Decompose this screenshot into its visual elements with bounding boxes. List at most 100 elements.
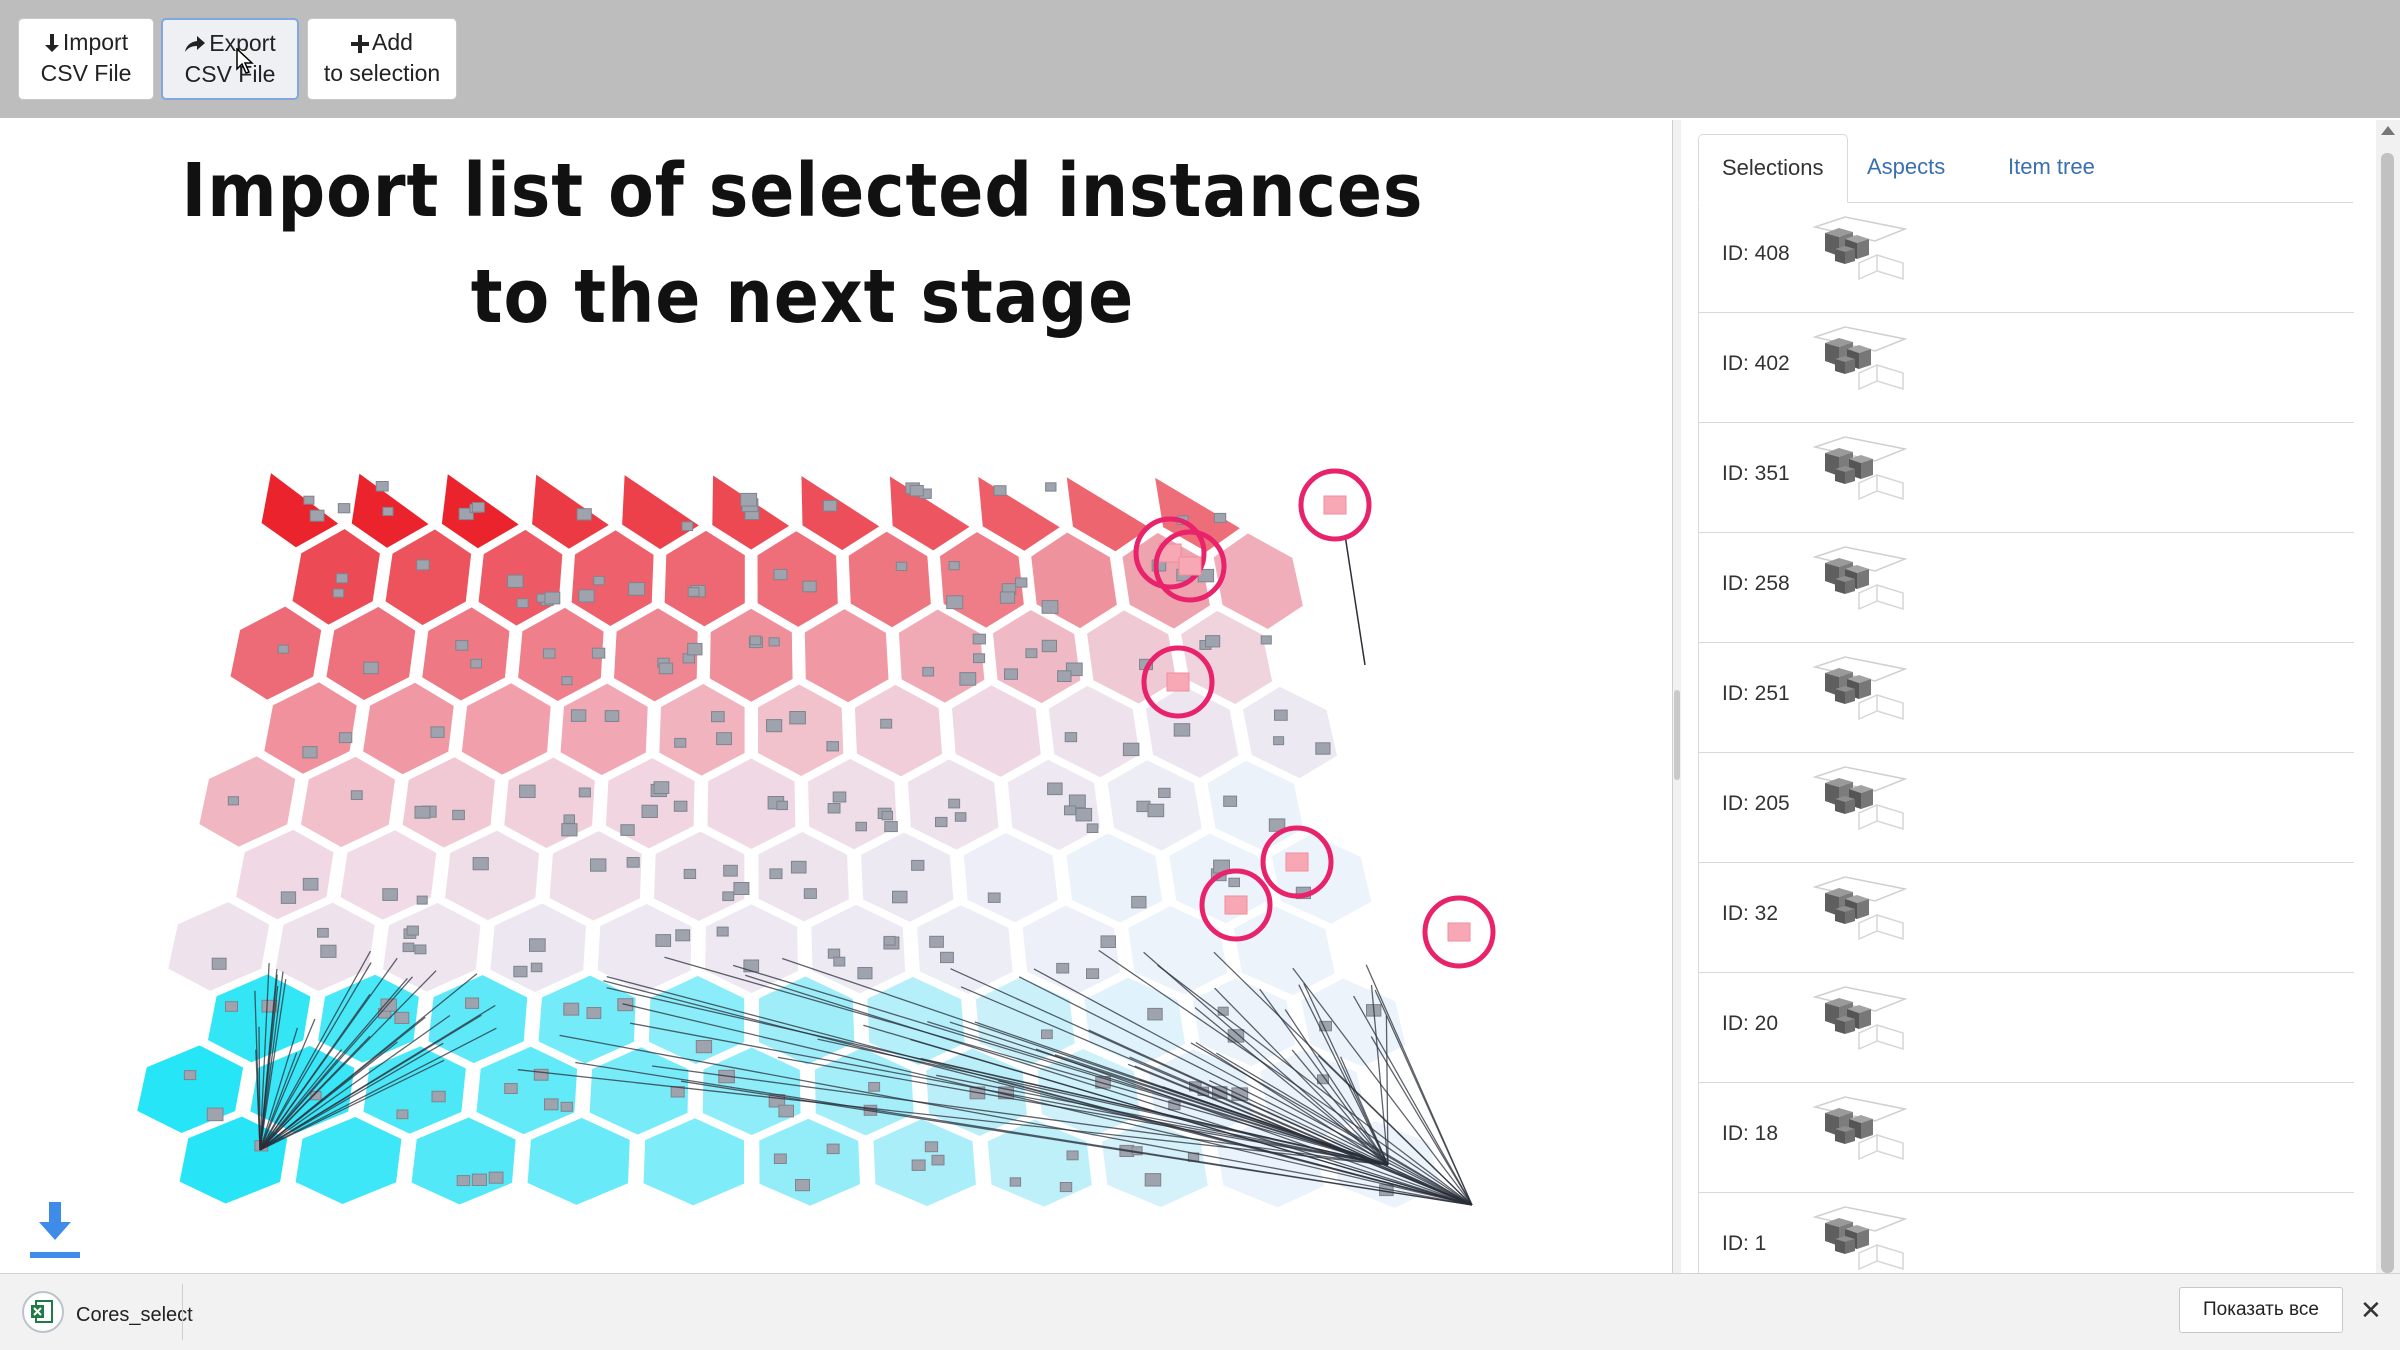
instance-cube <box>1131 895 1147 909</box>
instance-cube <box>320 944 337 958</box>
hex-cell <box>595 901 694 995</box>
selection-item[interactable]: ID: 18 <box>1699 1083 2354 1193</box>
instance-cube <box>470 658 482 669</box>
instance-cube <box>1100 935 1116 949</box>
instance-cube <box>591 647 606 659</box>
selection-item[interactable]: ID: 251 <box>1699 643 2354 753</box>
selection-item[interactable]: ID: 408 <box>1699 203 2354 313</box>
instance-cube <box>604 710 620 722</box>
instance-cube <box>946 595 964 610</box>
instance-cube <box>1147 803 1165 818</box>
tab-aspects[interactable]: Aspects <box>1844 134 1968 202</box>
side-panel: Selections Aspects Item tree ID: 408 ID: … <box>1682 120 2372 1273</box>
selected-cube <box>1285 852 1309 872</box>
instance-cube <box>911 859 925 871</box>
instance-cube <box>776 800 788 811</box>
instance-cube <box>803 888 817 899</box>
instance-cube <box>543 648 556 659</box>
instance-cube <box>940 951 954 964</box>
instance-cube <box>416 895 428 905</box>
instance-cube <box>768 637 780 647</box>
instance-cube <box>382 506 394 516</box>
instance-cube <box>833 956 846 967</box>
instance-cube <box>675 929 691 942</box>
download-icon[interactable] <box>30 1200 80 1262</box>
instance-cube <box>948 798 961 809</box>
instance-cube <box>773 568 788 581</box>
instance-cube <box>658 662 674 675</box>
hex-cell <box>641 1116 746 1208</box>
scroll-up-arrow-icon[interactable] <box>2381 126 2395 135</box>
selected-cube <box>1323 495 1347 515</box>
side-tabs: Selections Aspects Item tree <box>1698 134 2353 203</box>
add-to-selection-button[interactable]: Add to selection <box>307 18 457 100</box>
instance-cube <box>1158 787 1171 798</box>
tab-item-tree[interactable]: Item tree <box>1985 134 2118 202</box>
instance-cube <box>687 642 703 656</box>
instance-cube <box>749 635 762 646</box>
selection-item[interactable]: ID: 205 <box>1699 753 2354 863</box>
instance-cube <box>225 1001 238 1012</box>
instance-cube <box>519 784 536 798</box>
instance-cube <box>303 495 315 505</box>
selection-item[interactable]: ID: 258 <box>1699 533 2354 643</box>
selection-item[interactable]: ID: 20 <box>1699 973 2354 1083</box>
instance-cube <box>929 935 944 948</box>
excel-file-icon[interactable] <box>22 1291 64 1333</box>
instance-cube <box>488 1171 504 1184</box>
instance-cube <box>382 888 398 901</box>
splitter-grip[interactable] <box>1674 690 1680 780</box>
selection-item[interactable]: ID: 1 <box>1699 1193 2354 1273</box>
download-item-divider <box>182 1284 183 1340</box>
export-label-line2: CSV File <box>184 61 276 87</box>
instance-cube <box>1274 709 1288 721</box>
instance-cube <box>1260 635 1272 645</box>
instance-cube <box>1047 782 1063 796</box>
selected-cube <box>1178 556 1202 576</box>
instance-cube <box>683 868 697 880</box>
instance-cube <box>1217 1006 1229 1016</box>
instance-cube <box>620 824 635 836</box>
hex-cell <box>949 683 1043 780</box>
arrow-down-icon <box>44 34 59 52</box>
selected-cube <box>1224 895 1248 915</box>
selection-item[interactable]: ID: 351 <box>1699 423 2354 533</box>
hex-cell <box>657 681 747 778</box>
close-icon[interactable]: ✕ <box>2360 1294 2382 1326</box>
downloaded-filename[interactable]: Cores_select <box>76 1304 193 1327</box>
instance-cube <box>1004 668 1018 680</box>
instance-cube <box>795 1179 810 1192</box>
hex-cell <box>620 471 703 552</box>
instance-cube <box>778 1104 795 1118</box>
instance-cube <box>206 1107 224 1122</box>
instance-cube <box>1015 577 1028 588</box>
instance-cube <box>363 661 379 675</box>
instance-cube <box>586 1007 602 1019</box>
show-all-downloads-button[interactable]: Показать все <box>2179 1287 2343 1333</box>
instance-cube <box>578 589 595 603</box>
scrollbar-thumb[interactable] <box>2381 153 2394 1273</box>
share-arrow-icon <box>185 36 206 52</box>
instance-cube <box>827 803 841 814</box>
instance-cube <box>999 591 1016 604</box>
instance-cube <box>892 890 908 904</box>
instance-cube <box>909 485 924 497</box>
instance-cube <box>973 653 986 664</box>
instance-cube <box>626 857 640 868</box>
instance-cube <box>1205 635 1221 648</box>
instance-cube <box>740 492 758 507</box>
export-csv-button[interactable]: Export CSV File <box>161 18 299 100</box>
instance-cube <box>687 587 700 597</box>
hex-cell <box>502 755 597 851</box>
instance-cube <box>972 633 986 645</box>
instance-cube <box>396 1109 409 1120</box>
selection-item[interactable]: ID: 32 <box>1699 863 2354 973</box>
instance-cube <box>1066 1150 1079 1161</box>
som-3d-viewport[interactable]: Import list of selected instances to the… <box>0 120 1673 1273</box>
instance-cube <box>455 640 469 651</box>
selection-item-id: ID: 205 <box>1722 792 1790 815</box>
selection-item[interactable]: ID: 402 <box>1699 313 2354 423</box>
instance-cube <box>516 598 529 609</box>
tab-selections[interactable]: Selections <box>1698 134 1848 203</box>
import-csv-button[interactable]: Import CSV File <box>18 18 154 100</box>
